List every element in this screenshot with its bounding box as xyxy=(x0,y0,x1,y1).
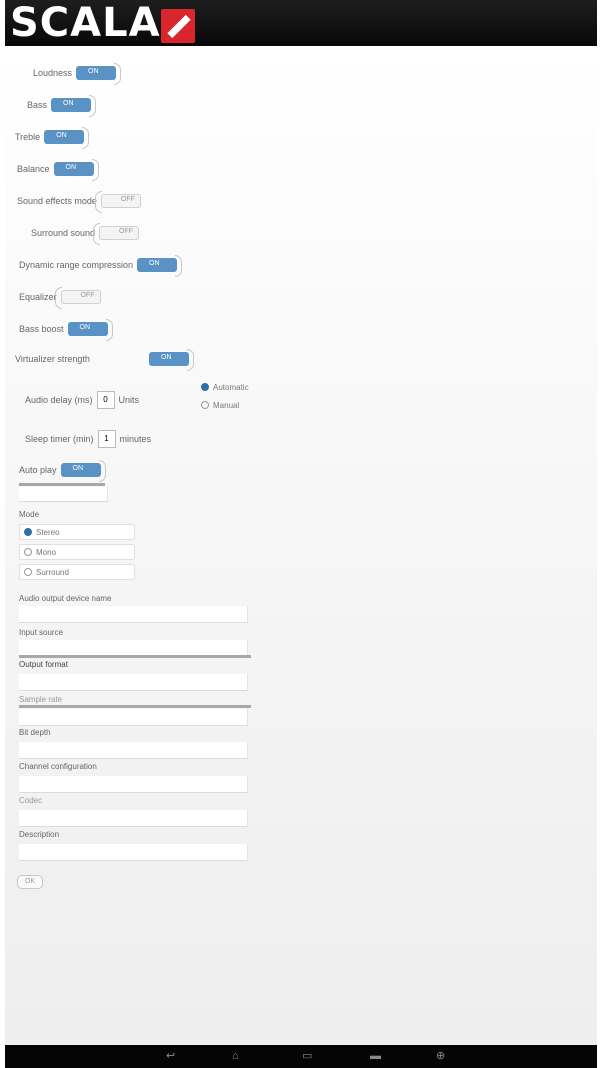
radio-icon xyxy=(201,401,209,409)
radio-icon xyxy=(24,568,32,576)
toggle-label: Treble xyxy=(15,132,41,142)
mode-label: Mode xyxy=(19,510,40,519)
autoplay-label: Auto play xyxy=(19,465,57,475)
toggle-switch[interactable]: ON xyxy=(53,159,99,181)
save-button[interactable]: OK xyxy=(17,875,43,889)
toggle-label: Sound effects mode xyxy=(17,196,97,206)
toggle-label: Dynamic range compression xyxy=(19,260,134,270)
toggle-row: Virtualizer strength ON xyxy=(15,349,194,371)
option-label: Manual xyxy=(213,400,240,410)
toggle-switch[interactable]: ON xyxy=(44,127,90,149)
mode-option-stereo[interactable]: Stereo xyxy=(19,524,135,540)
field-label: Sample rate xyxy=(19,695,63,704)
brand-mark-icon xyxy=(161,9,195,43)
toggle-label: Bass xyxy=(27,100,48,110)
toggle-switch[interactable]: ON xyxy=(149,349,194,371)
toggle-state: OFF xyxy=(119,228,134,235)
toggle-state: ON xyxy=(65,164,77,171)
toggle-row: Balance ON xyxy=(17,159,99,181)
toggle-label: Loudness xyxy=(33,68,73,78)
toggle-switch[interactable]: ON xyxy=(137,255,183,277)
toggle-switch[interactable]: OFF xyxy=(93,223,140,245)
audio-delay-label: Audio delay (ms) xyxy=(25,395,93,405)
sleep-timer-row: Sleep timer (min) 1 minutes xyxy=(25,429,151,449)
toggle-row: Treble ON xyxy=(15,127,90,149)
toggle-label: Balance xyxy=(17,164,50,174)
system-navigation-bar: ↩ ⌂ ▭ ▬ ⊕ xyxy=(5,1045,597,1068)
text-field[interactable] xyxy=(19,844,248,861)
toggle-state: ON xyxy=(161,354,172,361)
option-label: Mono xyxy=(36,547,57,557)
field-label: Channel configuration xyxy=(19,762,97,771)
toggle-switch[interactable]: OFF xyxy=(54,287,101,309)
toggle-label: Bass boost xyxy=(19,324,64,334)
field-label: Codec xyxy=(19,796,43,805)
toggle-switch[interactable]: OFF xyxy=(94,191,141,213)
radio-selected-icon xyxy=(201,383,209,391)
toggle-state: OFF xyxy=(120,196,135,203)
toggle-row: Bass ON xyxy=(27,95,97,117)
screenshot-icon[interactable]: ⊕ xyxy=(436,1051,445,1062)
toggle-row: Bass boost ON xyxy=(19,319,113,341)
divider xyxy=(19,705,251,708)
units-option-manual[interactable]: Manual xyxy=(201,398,277,412)
divider xyxy=(19,655,251,658)
back-icon[interactable]: ↩ xyxy=(166,1051,175,1062)
sleep-timer-label: Sleep timer (min) xyxy=(25,434,94,444)
mode-option-mono[interactable]: Mono xyxy=(19,544,135,560)
autoplay-toggle[interactable]: ON xyxy=(60,460,106,482)
settings-panel: Loudness ON Bass ON Treble ON Balance ON… xyxy=(5,46,597,1045)
toggle-label: Virtualizer strength xyxy=(15,354,90,364)
field-label: Output format xyxy=(19,660,68,669)
toggle-switch[interactable]: ON xyxy=(51,95,97,117)
radio-icon xyxy=(24,548,32,556)
brand-logo: SCALA xyxy=(10,0,161,46)
audio-delay-row: Audio delay (ms) 0 Units xyxy=(25,390,147,410)
divider xyxy=(19,483,105,486)
text-field[interactable] xyxy=(19,606,248,623)
toggle-state: ON xyxy=(63,100,74,107)
toggle-row: Surround sound OFF xyxy=(31,223,140,245)
field-label: Bit depth xyxy=(19,728,51,737)
toggle-row: Dynamic range compression ON xyxy=(19,255,183,277)
toggle-state: ON xyxy=(149,260,160,267)
field-label: Description xyxy=(19,830,60,839)
option-label: Stereo xyxy=(36,527,60,537)
radio-selected-icon xyxy=(24,528,32,536)
text-field[interactable] xyxy=(19,674,248,691)
text-field[interactable] xyxy=(19,810,248,827)
menu-icon[interactable]: ▬ xyxy=(370,1051,381,1062)
toggle-state: ON xyxy=(79,324,91,331)
units-option-automatic[interactable]: Automatic xyxy=(201,380,277,394)
units-radio-group: Automatic Manual xyxy=(201,380,277,412)
text-field[interactable] xyxy=(19,709,248,726)
text-field[interactable] xyxy=(19,742,248,759)
toggle-row: Loudness ON xyxy=(33,63,122,85)
toggle-switch[interactable]: ON xyxy=(67,319,113,341)
toggle-switch[interactable]: ON xyxy=(76,63,122,85)
toggle-state: ON xyxy=(72,465,84,472)
toggle-label: Equalizer xyxy=(19,292,57,302)
toggle-row: Equalizer OFF xyxy=(19,287,101,309)
audio-delay-input[interactable]: 0 xyxy=(96,391,115,409)
field-label: Input source xyxy=(19,628,64,637)
toggle-label: Surround sound xyxy=(31,228,96,238)
toggle-row: Sound effects mode OFF xyxy=(17,191,141,213)
recent-apps-icon[interactable]: ▭ xyxy=(302,1051,312,1062)
field-label: Audio output device name xyxy=(19,594,112,603)
toggle-state: ON xyxy=(56,132,67,139)
sleep-timer-input[interactable]: 1 xyxy=(97,430,116,448)
home-icon[interactable]: ⌂ xyxy=(232,1051,239,1062)
app-header: SCALA xyxy=(5,0,597,46)
option-label: Surround xyxy=(36,567,69,577)
option-label: Automatic xyxy=(213,382,249,392)
auto-play-field[interactable] xyxy=(19,487,108,502)
units-label: Units xyxy=(118,395,140,405)
toggle-row: Auto play ON xyxy=(19,460,106,482)
toggle-state: ON xyxy=(88,68,99,75)
toggle-state: OFF xyxy=(80,292,95,299)
text-field[interactable] xyxy=(19,776,248,793)
sleep-timer-suffix: minutes xyxy=(119,434,152,444)
mode-option-surround[interactable]: Surround xyxy=(19,564,135,580)
